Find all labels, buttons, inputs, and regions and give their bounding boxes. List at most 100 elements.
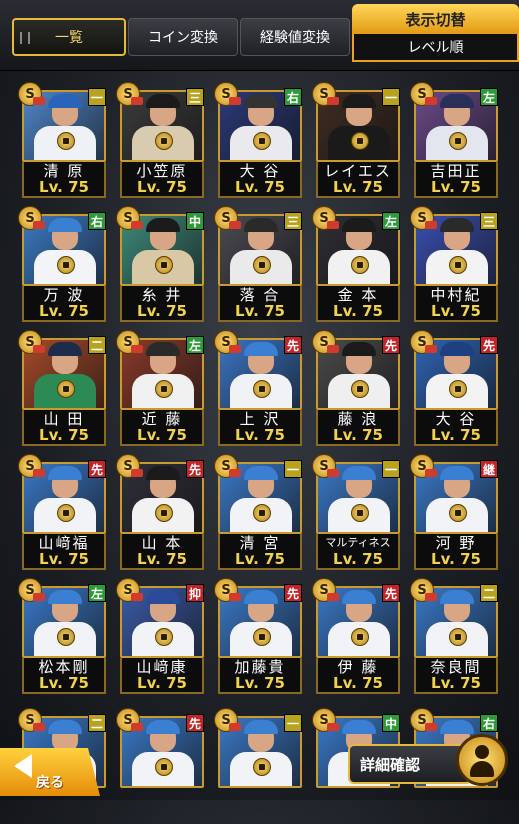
player-card[interactable]: S 中糸 井 Lv. 75	[116, 206, 204, 322]
nameplate: 万 波 Lv. 75	[22, 286, 106, 322]
player-card[interactable]: S 二山 田 Lv. 75	[18, 330, 106, 446]
nameplate: 奈良間 Lv. 75	[414, 658, 498, 694]
level-value: 75	[166, 550, 187, 568]
tab-list[interactable]: 一覧	[12, 18, 126, 56]
player-level: Lv. 75	[416, 303, 496, 319]
lock-icon	[253, 504, 271, 522]
position-badge: 右	[284, 88, 302, 106]
level-prefix: Lv.	[235, 426, 259, 444]
player-cap	[146, 720, 180, 734]
back-button[interactable]: 戻る	[0, 742, 110, 800]
player-cap	[146, 590, 180, 604]
position-badge: 左	[382, 212, 400, 230]
s-rank-icon: S	[116, 454, 143, 478]
player-card[interactable]: S先	[116, 708, 204, 824]
lock-icon	[253, 758, 271, 776]
player-card[interactable]: S 三中村紀 Lv. 75	[410, 206, 498, 322]
player-card[interactable]: S 右大 谷 Lv. 75	[214, 82, 302, 198]
player-card[interactable]: S 先上 沢 Lv. 75	[214, 330, 302, 446]
player-card[interactable]: S 一清 原 Lv. 75	[18, 82, 106, 198]
player-cap	[146, 218, 180, 232]
player-card[interactable]: S 二奈良間 Lv. 75	[410, 578, 498, 694]
player-card[interactable]: S 右万 波 Lv. 75	[18, 206, 106, 322]
player-card[interactable]: S 先大 谷 Lv. 75	[410, 330, 498, 446]
player-card[interactable]: S 左近 藤 Lv. 75	[116, 330, 204, 446]
list-icon	[20, 32, 30, 44]
level-prefix: Lv.	[235, 674, 259, 692]
lock-icon	[351, 504, 369, 522]
player-card[interactable]: S 三落 合 Lv. 75	[214, 206, 302, 322]
s-rank-icon: S	[116, 330, 143, 354]
nameplate: 吉田正 Lv. 75	[414, 162, 498, 198]
player-cap	[440, 466, 474, 480]
player-cap	[342, 342, 376, 356]
level-prefix: Lv.	[39, 674, 63, 692]
lock-icon	[449, 380, 467, 398]
level-prefix: Lv.	[333, 302, 357, 320]
tab-label: 経験値変換	[260, 30, 330, 46]
lock-icon	[57, 628, 75, 646]
lock-icon	[449, 256, 467, 274]
detail-confirm-button[interactable]: 詳細確認	[348, 744, 472, 784]
lock-icon	[449, 132, 467, 150]
position-badge: 右	[480, 714, 498, 732]
level-prefix: Lv.	[137, 550, 161, 568]
nameplate: 山 本 Lv. 75	[120, 534, 204, 570]
s-rank-icon: S	[410, 206, 437, 230]
tab-coin-convert[interactable]: コイン変換	[128, 18, 238, 56]
s-rank-icon: S	[214, 454, 241, 478]
nameplate: 藤 浪 Lv. 75	[316, 410, 400, 446]
player-card[interactable]: S 左松本剛 Lv. 75	[18, 578, 106, 694]
lock-icon	[253, 380, 271, 398]
player-card[interactable]: S 左吉田正 Lv. 75	[410, 82, 498, 198]
nameplate: 金 本 Lv. 75	[316, 286, 400, 322]
player-card[interactable]: S 左金 本 Lv. 75	[312, 206, 400, 322]
nameplate: 上 沢 Lv. 75	[218, 410, 302, 446]
player-card[interactable]: S 一マルティネス Lv. 75	[312, 454, 400, 570]
player-card[interactable]: S 三小笠原 Lv. 75	[116, 82, 204, 198]
lock-icon	[449, 504, 467, 522]
detail-confirm-label: 詳細確認	[360, 755, 421, 774]
player-card[interactable]: S 先藤 浪 Lv. 75	[312, 330, 400, 446]
player-level: Lv. 75	[318, 303, 398, 319]
tab-exp-convert[interactable]: 経験値変換	[240, 18, 350, 56]
nameplate: 加藤貴 Lv. 75	[218, 658, 302, 694]
person-icon-body	[470, 761, 494, 777]
position-badge: 先	[382, 584, 400, 602]
player-card[interactable]: S 一レイエス Lv. 75	[312, 82, 400, 198]
player-level: Lv. 75	[220, 551, 300, 567]
player-card[interactable]: S一	[214, 708, 302, 824]
player-card[interactable]: S 一清 宮 Lv. 75	[214, 454, 302, 570]
level-value: 75	[68, 674, 89, 692]
lock-icon	[155, 628, 173, 646]
display-switch-title[interactable]: 表示切替	[352, 4, 519, 34]
player-card[interactable]: S 先伊 藤 Lv. 75	[312, 578, 400, 694]
nameplate: 大 谷 Lv. 75	[218, 162, 302, 198]
nameplate: 松本剛 Lv. 75	[22, 658, 106, 694]
display-switch[interactable]: 表示切替 レベル順	[352, 4, 519, 66]
nameplate: 近 藤 Lv. 75	[120, 410, 204, 446]
player-level: Lv. 75	[122, 303, 202, 319]
position-badge: 三	[480, 212, 498, 230]
position-badge: 先	[186, 460, 204, 478]
player-card[interactable]: S 先加藤貴 Lv. 75	[214, 578, 302, 694]
player-card[interactable]: S 先山 本 Lv. 75	[116, 454, 204, 570]
player-card[interactable]: S 抑山﨑康 Lv. 75	[116, 578, 204, 694]
player-cap	[440, 342, 474, 356]
player-detail-icon[interactable]	[456, 734, 508, 786]
level-value: 75	[264, 426, 285, 444]
back-arrow-icon	[14, 754, 32, 778]
sort-order-label[interactable]: レベル順	[352, 34, 519, 62]
level-value: 75	[264, 178, 285, 196]
player-card[interactable]: S 先山﨑福 Lv. 75	[18, 454, 106, 570]
player-level: Lv. 75	[416, 427, 496, 443]
player-card[interactable]: S 継河 野 Lv. 75	[410, 454, 498, 570]
level-prefix: Lv.	[235, 302, 259, 320]
player-cap	[244, 720, 278, 734]
player-cap	[48, 590, 82, 604]
player-level: Lv. 75	[24, 675, 104, 691]
lock-icon	[351, 380, 369, 398]
position-badge: 中	[186, 212, 204, 230]
position-badge: 一	[284, 460, 302, 478]
player-level: Lv. 75	[318, 427, 398, 443]
